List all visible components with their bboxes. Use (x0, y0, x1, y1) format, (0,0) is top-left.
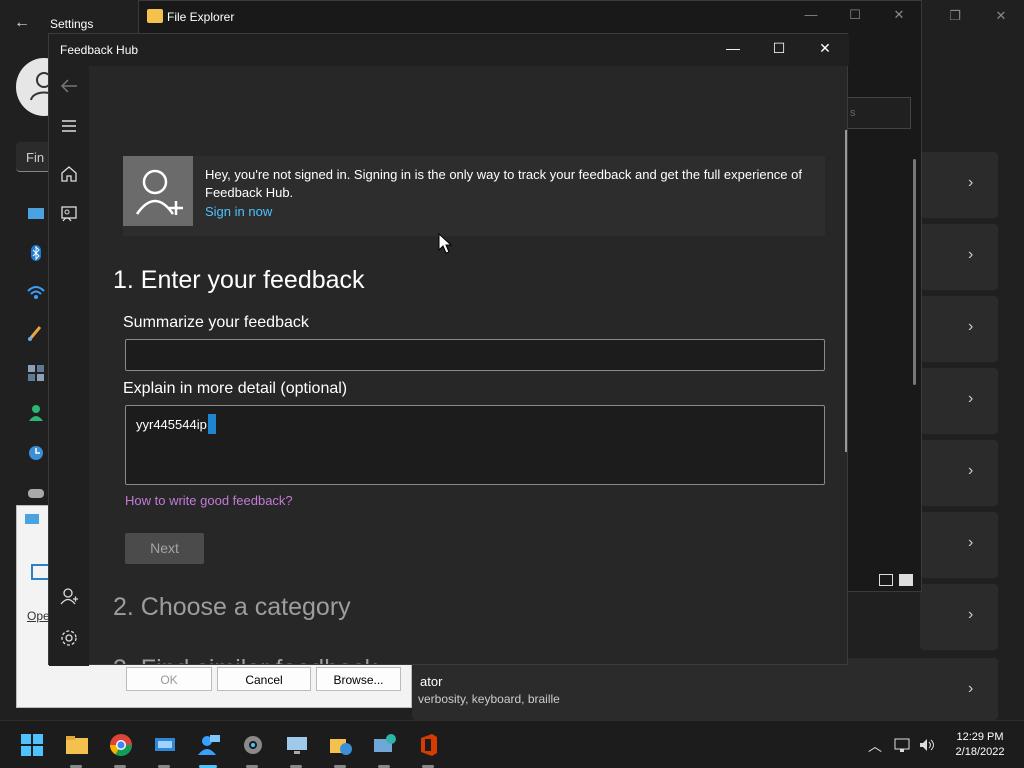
settings-card[interactable]: › (920, 512, 998, 578)
explorer-search-input[interactable]: s (839, 97, 911, 129)
dialog-app-icon (25, 514, 39, 524)
content-scrollbar[interactable] (845, 130, 847, 452)
system-icon[interactable] (26, 204, 46, 224)
minimize-icon[interactable]: — (713, 40, 753, 60)
title-bar: Feedback Hub — ☐ ✕ (49, 34, 849, 66)
remote-desktop-icon[interactable] (285, 733, 309, 757)
chevron-right-icon: › (968, 680, 974, 697)
close-icon[interactable]: ✕ (986, 8, 1016, 26)
close-icon[interactable]: ✕ (805, 40, 845, 60)
chrome-icon[interactable] (109, 733, 133, 757)
detail-text: yyr445544ip (136, 414, 216, 434)
bluetooth-icon[interactable] (26, 243, 46, 263)
feedback-icon[interactable] (59, 204, 79, 224)
gaming-icon[interactable] (26, 483, 46, 503)
file-explorer-icon[interactable] (65, 733, 89, 757)
chevron-right-icon: › (968, 606, 974, 623)
network-icon[interactable] (894, 736, 912, 754)
detail-textarea[interactable]: yyr445544ip (125, 405, 825, 485)
tiles-view-icon[interactable] (899, 574, 913, 586)
detail-label: Explain in more detail (optional) (123, 380, 348, 397)
feedback-form: Hey, you're not signed in. Signing in is… (89, 66, 847, 664)
narrator-subtitle: verbosity, keyboard, braille (418, 692, 560, 706)
network-app-icon[interactable] (373, 733, 397, 757)
system-clock[interactable]: 12:29 PM 2/18/2022 (948, 730, 1012, 760)
text-cursor (207, 414, 216, 434)
office-icon[interactable] (417, 733, 441, 757)
open-label: Ope (27, 609, 50, 623)
restore-icon[interactable]: ❐ (940, 8, 970, 26)
next-button[interactable]: Next (125, 533, 204, 564)
settings-gear-icon[interactable] (59, 628, 79, 648)
add-user-icon (123, 156, 193, 226)
ok-button[interactable]: OK (126, 667, 212, 691)
sign-in-banner: Hey, you're not signed in. Signing in is… (123, 156, 825, 236)
explorer-title: File Explorer (167, 10, 235, 24)
sign-in-link[interactable]: Sign in now (205, 204, 272, 219)
back-arrow-icon[interactable]: ← (14, 14, 34, 34)
chevron-right-icon: › (968, 318, 974, 335)
back-arrow-icon[interactable] (59, 76, 79, 96)
feedback-hub-icon[interactable] (197, 733, 221, 757)
narrator-title: ator (420, 674, 443, 689)
mouse-cursor-icon (438, 232, 453, 260)
accounts-icon[interactable] (26, 403, 46, 423)
chevron-right-icon: › (968, 246, 974, 263)
folder-icon (147, 9, 163, 23)
settings-card[interactable]: › (920, 296, 998, 362)
sign-in-message: Hey, you're not signed in. Signing in is… (205, 167, 802, 200)
how-to-write-link[interactable]: How to write good feedback? (125, 493, 293, 508)
settings-title: Settings (50, 17, 94, 31)
network-wifi-icon[interactable] (26, 283, 46, 303)
summarize-label: Summarize your feedback (123, 314, 309, 331)
home-icon[interactable] (59, 164, 79, 184)
network-drive-icon[interactable] (329, 733, 353, 757)
user-account-icon[interactable] (59, 586, 79, 606)
settings-gear-icon[interactable] (241, 733, 265, 757)
maximize-icon[interactable]: ☐ (759, 40, 799, 60)
apps-icon[interactable] (26, 363, 46, 383)
browse-button[interactable]: Browse... (316, 667, 401, 691)
maximize-icon[interactable]: ☐ (835, 7, 875, 27)
settings-card[interactable]: › (920, 152, 998, 218)
chevron-up-icon[interactable]: ︿ (866, 736, 884, 754)
clock-time: 12:29 PM (956, 731, 1004, 743)
detail-value: yyr445544ip (136, 417, 207, 432)
chevron-right-icon: › (968, 174, 974, 191)
settings-card[interactable]: › (920, 440, 998, 506)
summarize-input[interactable] (125, 339, 825, 371)
minimize-icon[interactable]: — (791, 7, 831, 27)
personalization-icon[interactable] (26, 323, 46, 343)
feedback-hub-window: Feedback Hub — ☐ ✕ Hey, you're not signe… (48, 33, 849, 666)
chevron-right-icon: › (968, 390, 974, 407)
details-view-icon[interactable] (879, 574, 893, 586)
settings-card[interactable]: › (920, 368, 998, 434)
step3-heading[interactable]: 3. Find similar feedback (113, 655, 377, 664)
chevron-right-icon: › (968, 462, 974, 479)
step1-heading: 1. Enter your feedback (113, 266, 365, 294)
close-icon[interactable]: ✕ (879, 7, 919, 27)
volume-icon[interactable] (918, 736, 936, 754)
chevron-right-icon: › (968, 534, 974, 551)
cancel-button[interactable]: Cancel (217, 667, 311, 691)
start-icon[interactable] (20, 733, 44, 757)
clock-date: 2/18/2022 (955, 746, 1005, 758)
narrator-settings-card[interactable]: ator verbosity, keyboard, braille › (412, 658, 998, 720)
step2-heading[interactable]: 2. Choose a category (113, 593, 351, 622)
settings-card[interactable]: › (920, 584, 998, 650)
window-title: Feedback Hub (60, 43, 139, 57)
settings-card[interactable]: › (920, 224, 998, 290)
hamburger-menu-icon[interactable] (59, 116, 79, 136)
app-monitor-icon[interactable] (153, 733, 177, 757)
taskbar: ︿ 12:29 PM 2/18/2022 (0, 720, 1024, 768)
time-language-icon[interactable] (26, 443, 46, 463)
scrollbar[interactable] (913, 159, 916, 385)
nav-rail (49, 66, 89, 666)
